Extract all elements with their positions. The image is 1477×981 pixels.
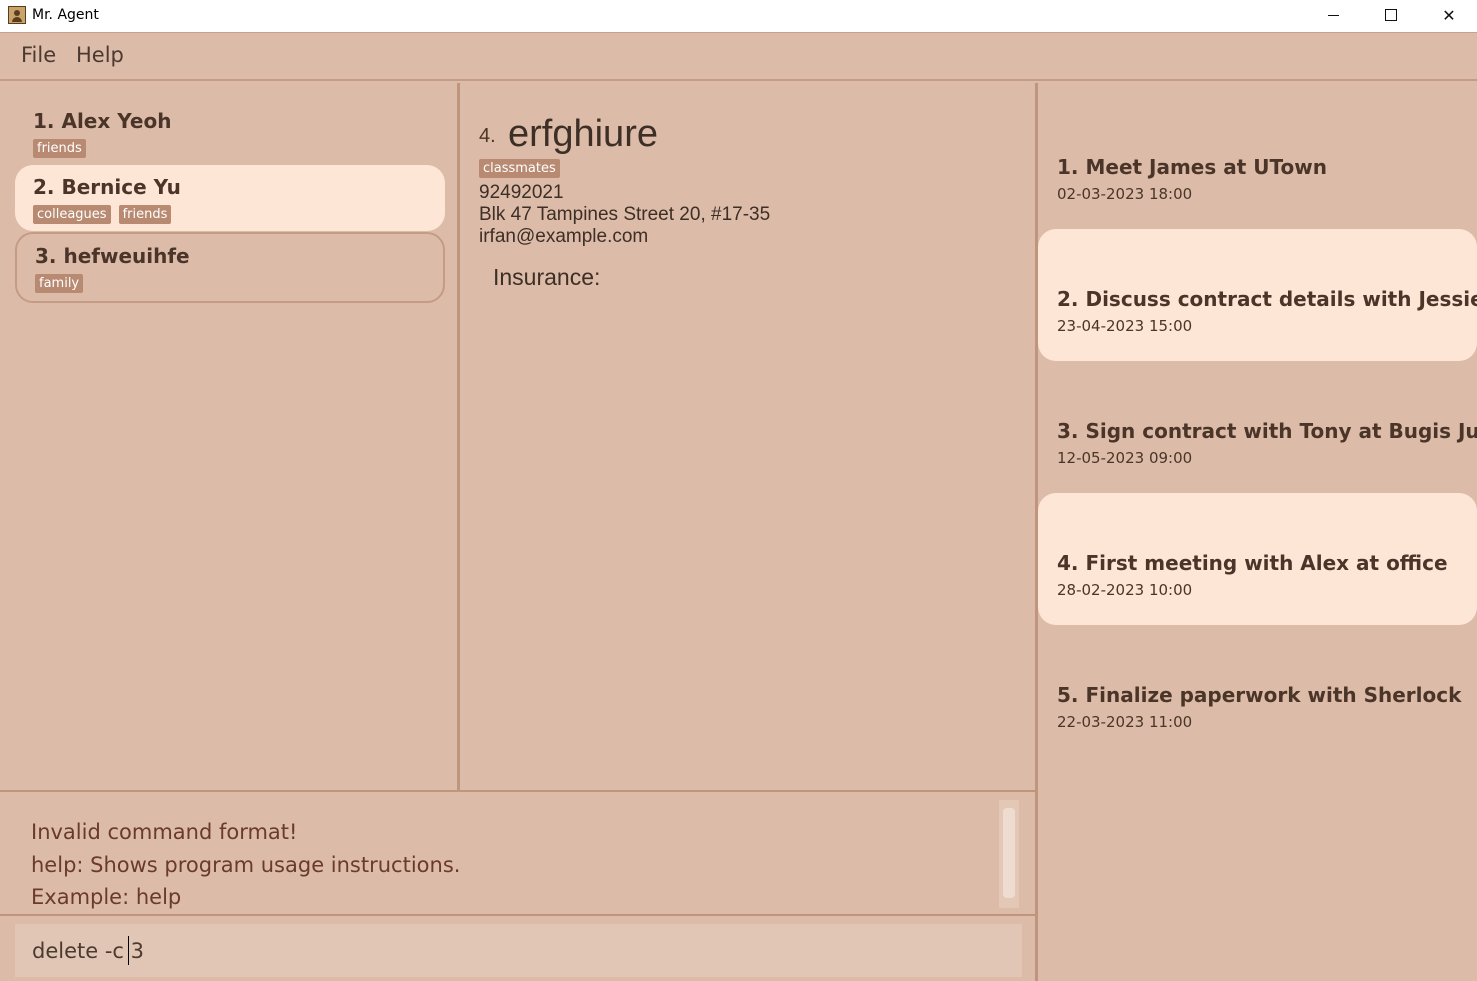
menu-bar: File Help bbox=[0, 34, 1477, 81]
detail-email: irfan@example.com bbox=[479, 226, 649, 247]
detail-insurance-label: Insurance: bbox=[493, 264, 601, 290]
meeting-title: 5. Finalize paperwork with Sherlock bbox=[1057, 683, 1462, 707]
meeting-card-5[interactable]: 5. Finalize paperwork with Sherlock 22-0… bbox=[1038, 625, 1477, 757]
detail-address: Blk 47 Tampines Street 20, #17-35 bbox=[479, 204, 771, 225]
menu-file[interactable]: File bbox=[21, 43, 56, 67]
person-tag: friends bbox=[118, 205, 172, 224]
person-name: 3. hefweuihfe bbox=[35, 244, 190, 268]
text-caret bbox=[128, 936, 129, 965]
meeting-card-2[interactable]: 2. Discuss contract details with Jessie … bbox=[1038, 229, 1477, 361]
person-detail-panel: 4. erfghiure classmates 92492021 Blk 47 … bbox=[460, 83, 1035, 790]
detail-name: erfghiure bbox=[508, 113, 658, 155]
meeting-title: 1. Meet James at UTown bbox=[1057, 155, 1327, 179]
result-scrollbar[interactable] bbox=[999, 800, 1019, 908]
menu-help[interactable]: Help bbox=[76, 43, 124, 67]
detail-tag: classmates bbox=[479, 159, 560, 178]
maximize-button[interactable] bbox=[1362, 0, 1420, 30]
result-line: Example: help bbox=[31, 885, 182, 909]
result-line: help: Shows program usage instructions. bbox=[31, 853, 461, 877]
result-line: Invalid command format! bbox=[31, 820, 298, 844]
meeting-date: 28-02-2023 10:00 bbox=[1057, 581, 1193, 599]
command-input[interactable] bbox=[15, 924, 1022, 977]
person-tag: colleagues bbox=[33, 205, 111, 224]
meeting-title: 2. Discuss contract details with Jessie bbox=[1057, 287, 1477, 311]
person-card-3[interactable]: 3. hefweuihfe family bbox=[15, 232, 445, 303]
close-button[interactable]: ✕ bbox=[1420, 0, 1477, 30]
meeting-date: 12-05-2023 09:00 bbox=[1057, 449, 1193, 467]
meeting-title: 4. First meeting with Alex at office bbox=[1057, 551, 1448, 575]
meeting-card-1[interactable]: 1. Meet James at UTown 02-03-2023 18:00 bbox=[1038, 97, 1477, 229]
person-tag: family bbox=[35, 274, 84, 293]
person-tag: friends bbox=[33, 139, 86, 158]
minimize-icon bbox=[1327, 14, 1339, 16]
person-name: 2. Bernice Yu bbox=[33, 175, 181, 199]
meeting-title: 3. Sign contract with Tony at Bugis Junc… bbox=[1057, 419, 1477, 443]
detail-phone: 92492021 bbox=[479, 182, 564, 203]
result-display: Invalid command format! help: Shows prog… bbox=[0, 790, 1035, 916]
person-list-panel: 1. Alex Yeoh friends 2. Bernice Yu colle… bbox=[0, 83, 457, 790]
person-card-2[interactable]: 2. Bernice Yu colleagues friends bbox=[15, 165, 445, 231]
person-card-1[interactable]: 1. Alex Yeoh friends bbox=[15, 99, 445, 165]
window-title: Mr. Agent bbox=[32, 7, 99, 23]
meeting-date: 22-03-2023 11:00 bbox=[1057, 713, 1193, 731]
app-icon bbox=[8, 6, 26, 24]
result-text-area[interactable]: Invalid command format! help: Shows prog… bbox=[14, 800, 1019, 909]
meeting-card-3[interactable]: 3. Sign contract with Tony at Bugis Junc… bbox=[1038, 361, 1477, 493]
meeting-list-panel: 1. Meet James at UTown 02-03-2023 18:00 … bbox=[1038, 83, 1477, 981]
close-icon: ✕ bbox=[1442, 5, 1456, 25]
detail-index: 4. bbox=[479, 125, 496, 147]
maximize-icon bbox=[1385, 9, 1397, 21]
scrollbar-thumb[interactable] bbox=[1003, 808, 1015, 898]
meeting-date: 23-04-2023 15:00 bbox=[1057, 317, 1193, 335]
meeting-date: 02-03-2023 18:00 bbox=[1057, 185, 1193, 203]
meeting-card-4[interactable]: 4. First meeting with Alex at office 28-… bbox=[1038, 493, 1477, 625]
title-bar: Mr. Agent ✕ bbox=[0, 0, 1477, 33]
minimize-button[interactable] bbox=[1304, 0, 1362, 30]
command-box bbox=[0, 916, 1035, 981]
person-name: 1. Alex Yeoh bbox=[33, 109, 172, 133]
